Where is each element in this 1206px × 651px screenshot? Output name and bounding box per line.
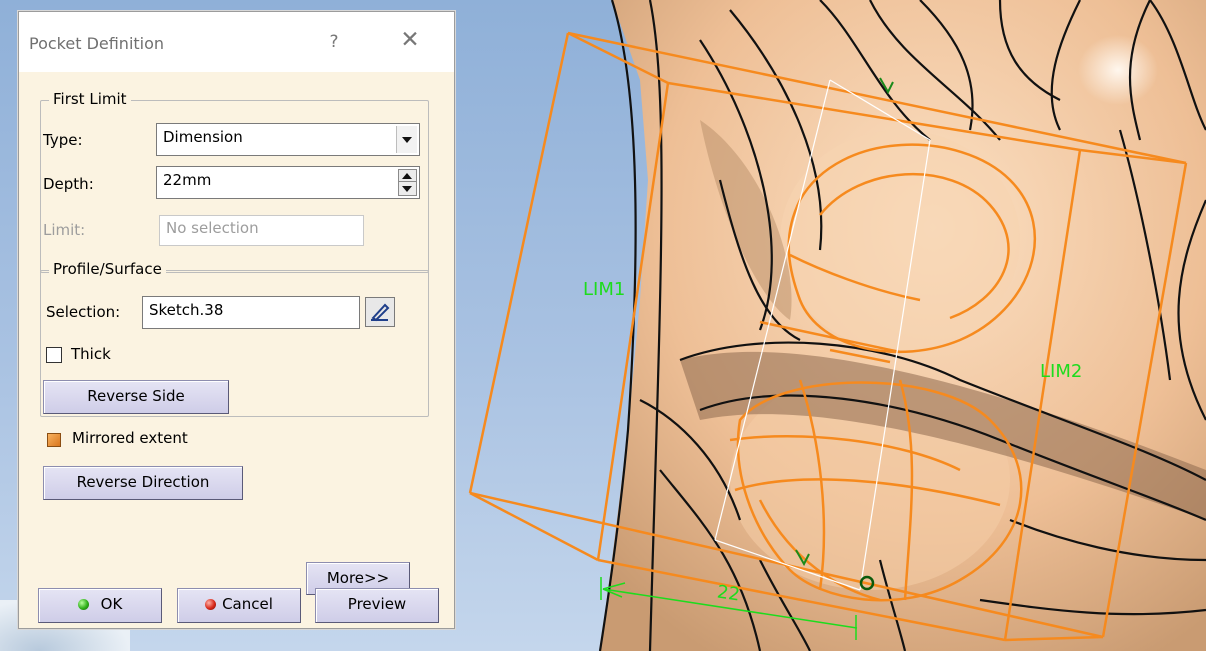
limit-label: Limit:	[43, 221, 86, 239]
ok-green-icon	[77, 599, 89, 610]
type-label: Type:	[43, 131, 83, 149]
chevron-down-icon[interactable]	[396, 126, 417, 153]
dialog-titlebar[interactable]: Pocket Definition ? ✕	[19, 12, 454, 72]
pocket-definition-dialog: Pocket Definition ? ✕ First Limit Type: …	[18, 11, 455, 629]
reverse-side-button[interactable]: Reverse Side	[43, 380, 229, 414]
selection-field[interactable]: Sketch.38	[142, 296, 360, 329]
cancel-button[interactable]: Cancel	[177, 588, 301, 623]
reverse-direction-label: Reverse Direction	[76, 473, 210, 491]
dialog-title: Pocket Definition	[29, 34, 165, 53]
first-limit-legend: First Limit	[49, 90, 131, 108]
reverse-direction-button[interactable]: Reverse Direction	[43, 466, 243, 500]
depth-field[interactable]: 22mm	[156, 166, 420, 199]
reverse-side-label: Reverse Side	[87, 387, 185, 405]
preview-button[interactable]: Preview	[315, 588, 439, 623]
type-dropdown[interactable]: Dimension	[156, 123, 420, 156]
help-button[interactable]: ?	[323, 32, 345, 52]
limit-value: No selection	[166, 219, 259, 237]
type-value: Dimension	[163, 128, 243, 146]
spin-up-icon[interactable]	[402, 173, 412, 179]
profile-surface-legend: Profile/Surface	[49, 260, 166, 278]
depth-label: Depth:	[43, 175, 94, 193]
mirrored-extent-checkbox[interactable]	[47, 433, 61, 447]
ok-label: OK	[100, 595, 123, 613]
selection-label: Selection:	[46, 303, 121, 321]
selection-value: Sketch.38	[149, 301, 224, 319]
lim1-label: LIM1	[583, 279, 626, 300]
thick-label: Thick	[71, 345, 111, 363]
preview-label: Preview	[347, 595, 407, 613]
spin-down-icon[interactable]	[402, 186, 412, 192]
edit-sketch-icon[interactable]	[365, 297, 395, 327]
cancel-label: Cancel	[222, 595, 273, 613]
depth-value[interactable]: 22mm	[163, 171, 211, 189]
dimension-value-label: 22	[715, 581, 742, 606]
more-label: More>>	[326, 569, 390, 587]
mirrored-extent-label: Mirrored extent	[72, 429, 188, 447]
cancel-red-icon	[205, 599, 217, 610]
thick-checkbox[interactable]	[46, 347, 62, 363]
close-button[interactable]: ✕	[395, 29, 425, 52]
depth-spinner[interactable]	[398, 169, 417, 196]
lim2-label: LIM2	[1040, 361, 1083, 382]
ok-button[interactable]: OK	[38, 588, 162, 623]
limit-field: No selection	[159, 215, 364, 246]
